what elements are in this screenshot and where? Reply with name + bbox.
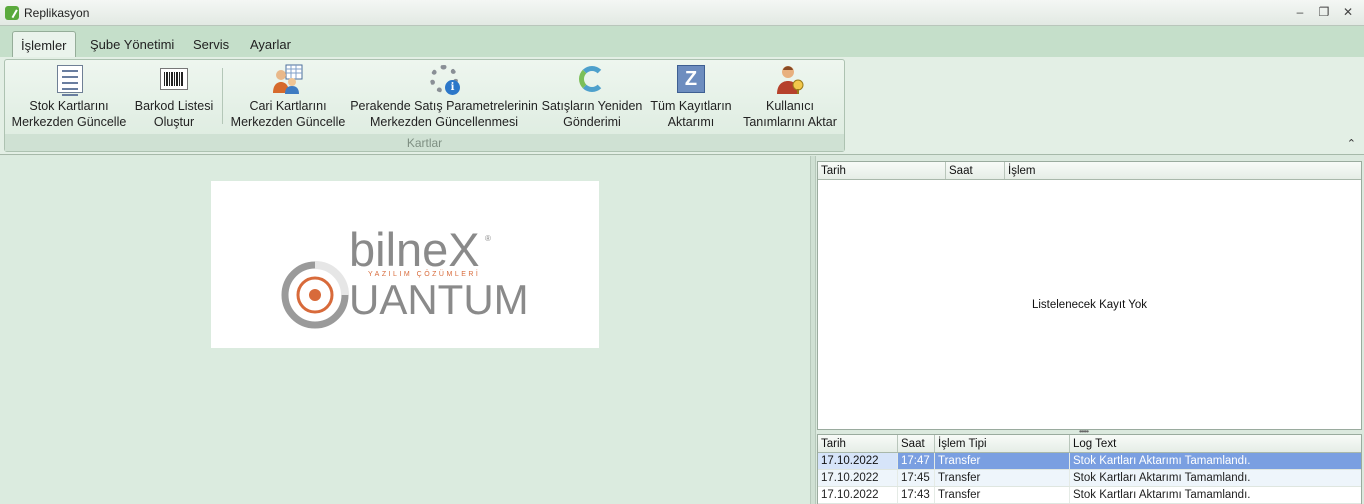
cell-log-text: Stok Kartları Aktarımı Tamamlandı. [1073, 472, 1251, 484]
button-label-line1: Stok Kartlarını [29, 99, 109, 113]
empty-list-message: Listelenecek Kayıt Yok [1031, 299, 1148, 311]
kullanici-tanimlari-aktar-button[interactable]: Kullanıcı Tanımlarını Aktar [740, 63, 840, 133]
minimize-button[interactable]: – [1288, 3, 1312, 21]
ribbon-tabs: İşlemler Şube Yönetimi Servis Ayarlar [0, 26, 1364, 58]
logo-brand-text: bilneX [349, 223, 480, 276]
ribbon-group-kartlar: Stok Kartlarını Merkezden Güncelle Barkod… [4, 59, 845, 152]
button-label-line1: Kullanıcı [766, 99, 814, 113]
ribbon-group-caption: Kartlar [5, 134, 844, 151]
button-label-line2: Merkezden Güncelle [230, 115, 346, 129]
cell-log-text: Stok Kartları Aktarımı Tamamlandı. [1073, 489, 1251, 501]
table-row[interactable]: 17.10.2022 17:43 Transfer Stok Kartları … [818, 487, 1361, 504]
gear-info-icon: i [428, 63, 460, 95]
button-label-line2: Gönderimi [563, 115, 621, 129]
cell-date: 17.10.2022 [818, 487, 898, 503]
users-grid-icon [272, 63, 304, 95]
grid-header: Tarih Saat İşlem Tipi Log Text [818, 435, 1361, 453]
stok-kartlari-guncelle-button[interactable]: Stok Kartlarını Merkezden Güncelle [11, 63, 127, 133]
close-button[interactable]: ✕ [1336, 3, 1360, 21]
tab-servis[interactable]: Servis [185, 31, 237, 57]
transaction-grid: Tarih Saat İşlem Listelenecek Kayıt Yok [817, 161, 1362, 430]
cell-type: Transfer [935, 487, 1070, 503]
table-row[interactable]: 17.10.2022 17:47 Transfer Stok Kartları … [818, 453, 1361, 470]
cell-time: 17:45 [898, 470, 935, 486]
button-label-line1: Perakende Satış Parametrelerinin [350, 99, 538, 113]
cell-time: 17:43 [898, 487, 935, 503]
cari-kartlari-guncelle-button[interactable]: Cari Kartlarını Merkezden Güncelle [231, 63, 345, 133]
button-label-line2: Oluştur [153, 115, 195, 129]
satislari-yeniden-gonder-button[interactable]: Satışların Yeniden Gönderimi [542, 63, 642, 133]
button-label-line2: Merkezden Güncelle [11, 115, 127, 129]
column-header-tarih[interactable]: Tarih [818, 435, 898, 452]
title-bar: Replikasyon – ❐ ✕ [0, 0, 1364, 26]
app-icon [5, 5, 19, 20]
tab-islemler[interactable]: İşlemler [12, 31, 76, 58]
column-header-log-text[interactable]: Log Text [1070, 435, 1361, 452]
column-header-saat[interactable]: Saat [946, 162, 1005, 179]
tab-sube-yonetimi[interactable]: Şube Yönetimi [82, 31, 182, 57]
column-header-islem-tipi[interactable]: İşlem Tipi [935, 435, 1070, 452]
column-header-saat[interactable]: Saat [898, 435, 935, 452]
vertical-splitter[interactable] [810, 156, 816, 504]
restore-button[interactable]: ❐ [1312, 3, 1336, 21]
button-label-line2: Tanımlarını Aktar [743, 115, 837, 129]
window-title: Replikasyon [24, 5, 90, 20]
tab-ayarlar[interactable]: Ayarlar [242, 31, 299, 57]
cell-type: Transfer [935, 470, 1070, 486]
document-list-icon [53, 63, 85, 96]
user-key-icon [774, 63, 806, 95]
ribbon-separator [222, 68, 223, 124]
sync-icon [576, 63, 608, 95]
button-label-line1: Cari Kartlarını [249, 99, 327, 113]
logo-q-center [309, 289, 321, 301]
window-controls: – ❐ ✕ [1288, 3, 1360, 21]
logo-registered-mark: ® [485, 234, 491, 243]
column-header-tarih[interactable]: Tarih [818, 162, 946, 179]
logo-product-text: UANTUM [349, 276, 529, 323]
cell-type: Transfer [935, 453, 1070, 469]
bilnex-quantum-logo: bilneX ® YAZILIM ÇÖZÜMLERİ UANTUM [281, 223, 529, 329]
ribbon-collapse-icon[interactable]: ⌃ [1347, 137, 1356, 150]
grid-header: Tarih Saat İşlem [818, 162, 1361, 180]
transfer-icon: Z [675, 63, 707, 95]
button-label-line1: Barkod Listesi [134, 99, 214, 113]
table-row[interactable]: 17.10.2022 17:45 Transfer Stok Kartları … [818, 470, 1361, 487]
tum-kayitlar-aktar-button[interactable]: Z Tüm Kayıtların Aktarımı [649, 63, 733, 133]
column-header-islem[interactable]: İşlem [1005, 162, 1361, 179]
cell-time: 17:47 [898, 453, 935, 469]
company-logo: bilneX ® YAZILIM ÇÖZÜMLERİ UANTUM [211, 181, 599, 348]
cell-log-text: Stok Kartları Aktarımı Tamamlandı. [1073, 455, 1251, 467]
barcode-icon [158, 63, 190, 95]
perakende-parametre-button[interactable]: i Perakende Satış Parametrelerinin Merkez… [350, 63, 538, 133]
button-label-line1: Tüm Kayıtların [650, 99, 732, 113]
button-label-line2: Merkezden Güncellenmesi [370, 115, 518, 129]
log-grid: Tarih Saat İşlem Tipi Log Text 17.10.202… [817, 434, 1362, 504]
ribbon: Stok Kartlarını Merkezden Güncelle Barkod… [0, 57, 1364, 155]
button-label-line2: Aktarımı [667, 115, 715, 129]
cell-date: 17.10.2022 [818, 470, 898, 486]
barkod-listesi-button[interactable]: Barkod Listesi Oluştur [132, 63, 216, 133]
button-label-line1: Satışların Yeniden [541, 99, 643, 113]
cell-date: 17.10.2022 [818, 453, 898, 469]
